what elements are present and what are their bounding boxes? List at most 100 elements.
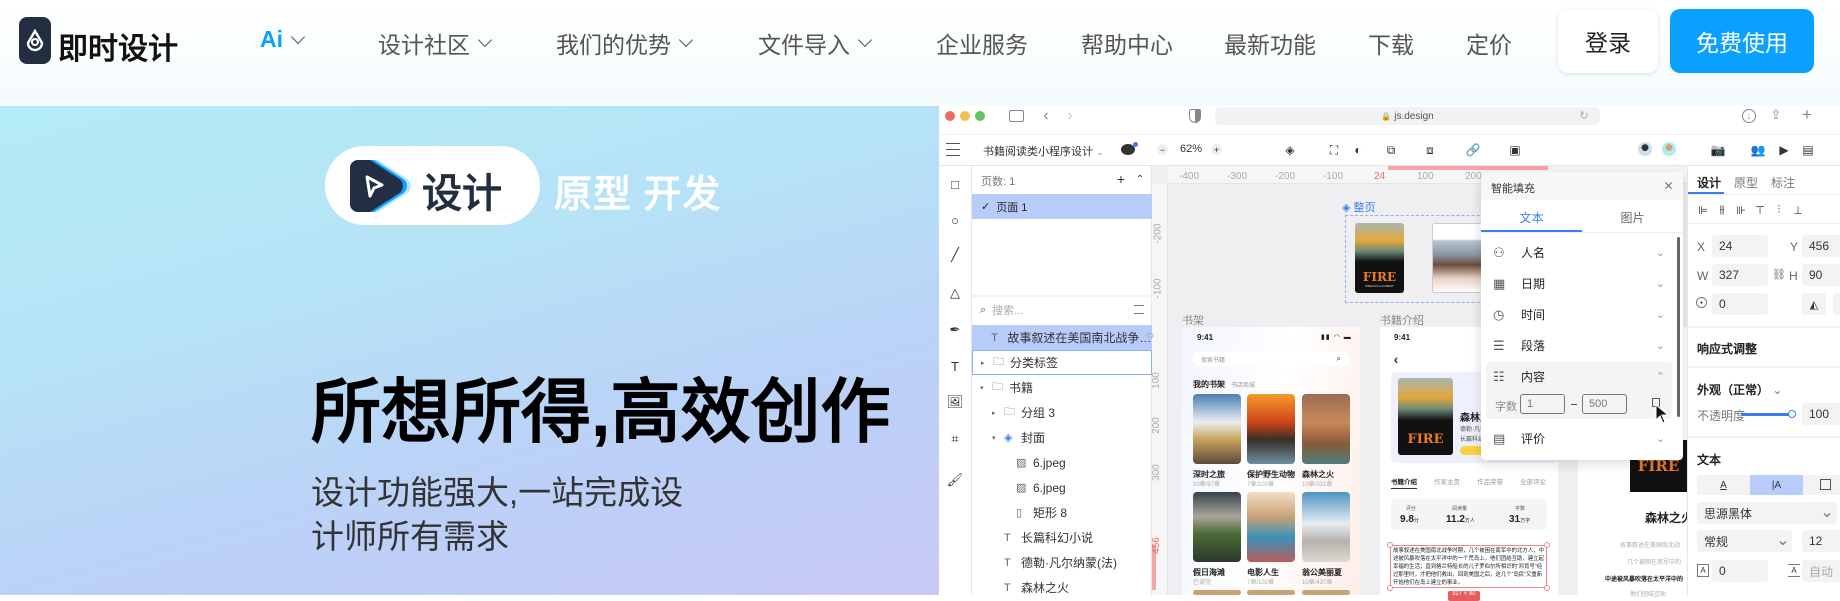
resize-handle[interactable] bbox=[1544, 542, 1550, 548]
logo-icon[interactable] bbox=[19, 17, 51, 64]
layer-row[interactable]: T 长篇科幻小说 bbox=[972, 525, 1152, 550]
selected-paragraph[interactable]: 故事叙述在美国南北战争时期，几个被困在南军中的北方人，中途被风暴吹落在太平洋中的… bbox=[1390, 545, 1547, 588]
frame-tool-icon[interactable]: ⛶ bbox=[1326, 142, 1342, 158]
scale-icon[interactable]: ⧉ bbox=[1383, 142, 1399, 158]
nav-item-5[interactable]: 帮助中心 bbox=[1081, 26, 1173, 60]
line-icon[interactable]: ╱ bbox=[947, 247, 963, 263]
brush-icon[interactable]: 🖌 bbox=[947, 472, 964, 488]
file-title[interactable]: 书籍阅读类小程序设计 ⌄ bbox=[983, 143, 1104, 159]
book-cover-image[interactable] bbox=[1302, 394, 1350, 464]
text-auto-width-icon[interactable]: A bbox=[1697, 475, 1750, 495]
frame-label-shelf[interactable]: 书架 bbox=[1182, 312, 1204, 328]
maximize-window-dot[interactable] bbox=[975, 111, 985, 121]
layer-row[interactable]: ▸ 🗀 分组 3 bbox=[972, 400, 1152, 425]
layer-row[interactable]: ▨ 6.jpeg bbox=[972, 475, 1152, 500]
frame-label-intro[interactable]: 书籍介绍 bbox=[1380, 312, 1424, 328]
share-icon[interactable]: ⇪ bbox=[1770, 107, 1782, 123]
resize-handle[interactable] bbox=[1387, 542, 1393, 548]
popup-scrollbar[interactable] bbox=[1677, 237, 1680, 417]
smart-fill-item[interactable]: ▤ 评价 ⌄ bbox=[1481, 423, 1671, 454]
opacity-input[interactable]: 100 bbox=[1802, 403, 1840, 425]
page-item[interactable]: ✓ 页面 1 bbox=[972, 194, 1152, 219]
nav-item-7[interactable]: 下载 bbox=[1368, 26, 1414, 60]
y-input[interactable]: 456 bbox=[1802, 235, 1840, 257]
collaborator-avatar[interactable] bbox=[1662, 142, 1676, 156]
crowd-image[interactable] bbox=[1432, 223, 1484, 293]
nav-item-2[interactable]: 我们的优势 bbox=[556, 26, 694, 60]
camera-icon[interactable]: 📷 bbox=[1710, 142, 1726, 158]
link-icon[interactable]: 🔗 bbox=[1465, 142, 1481, 158]
flip-vertical-button[interactable] bbox=[1833, 293, 1840, 315]
smart-fill-item[interactable]: ☷ 内容 ⌃ bbox=[1481, 361, 1671, 392]
book-cover-image[interactable] bbox=[1193, 394, 1241, 464]
image-icon[interactable]: 🖼 bbox=[947, 394, 964, 410]
text-icon[interactable]: T bbox=[947, 358, 963, 374]
constrain-proportions-icon[interactable]: ⛓ bbox=[1772, 266, 1786, 282]
smart-fill-item[interactable]: ◷ 时间 ⌄ bbox=[1481, 299, 1671, 330]
download-icon[interactable]: ↓ bbox=[1742, 109, 1756, 123]
rectangle-icon[interactable]: □ bbox=[947, 176, 963, 192]
polygon-icon[interactable]: △ bbox=[947, 285, 963, 301]
layer-row[interactable]: ▨ 6.jpeg bbox=[972, 450, 1152, 475]
align-top-icon[interactable]: ⊤ bbox=[1754, 203, 1766, 217]
intro-tab[interactable]: 书籍介绍 bbox=[1391, 476, 1417, 489]
smart-fill-item[interactable]: ▦ 日期 ⌄ bbox=[1481, 268, 1671, 299]
align-middle-v-icon[interactable]: ⫶ bbox=[1773, 203, 1785, 217]
book-cover-image[interactable] bbox=[1247, 492, 1295, 562]
align-left-icon[interactable]: ⊫ bbox=[1697, 203, 1709, 217]
word-count-min-input[interactable]: 1 bbox=[1520, 394, 1565, 414]
boolean-icon[interactable]: ◐ bbox=[1350, 142, 1366, 158]
chevron-down-icon[interactable]: ⌄ bbox=[1776, 532, 1789, 549]
free-use-button[interactable]: 免费使用 bbox=[1670, 9, 1814, 73]
component-icon[interactable]: ◈ bbox=[1282, 142, 1298, 158]
layer-search[interactable]: ⌕ 搜索... bbox=[980, 302, 1145, 318]
layer-row[interactable]: ▯ 矩形 8 bbox=[972, 500, 1152, 525]
nav-item-4[interactable]: 企业服务 bbox=[936, 26, 1028, 60]
sidebar-toggle-icon[interactable] bbox=[1009, 110, 1024, 122]
font-family-select[interactable]: 思源黑体 bbox=[1697, 502, 1837, 524]
zoom-out-icon[interactable]: − bbox=[1157, 144, 1168, 155]
rotation-input[interactable]: 0 bbox=[1712, 293, 1768, 315]
opacity-slider-track[interactable] bbox=[1741, 413, 1792, 416]
align-right-icon[interactable]: ⊪ bbox=[1735, 203, 1747, 217]
text-fixed-size-icon[interactable] bbox=[1820, 479, 1831, 490]
forward-icon[interactable]: › bbox=[1064, 107, 1076, 124]
layout-icon[interactable]: ▤ bbox=[1800, 142, 1816, 158]
url-bar[interactable]: 🔒 js.design bbox=[1215, 107, 1600, 125]
layer-row[interactable]: ▸ 🗀 分类标签 bbox=[972, 350, 1152, 375]
properties-tab[interactable]: 设计 bbox=[1697, 174, 1721, 191]
opacity-slider-handle[interactable] bbox=[1788, 410, 1796, 418]
frame-outline-icon[interactable]: ▣ bbox=[1507, 142, 1523, 158]
nav-item-1[interactable]: 设计社区 bbox=[378, 26, 493, 60]
intro-tab[interactable]: 全部评论 bbox=[1520, 476, 1546, 486]
shelf-search[interactable]: 搜索书籍 ⌕ bbox=[1193, 352, 1349, 366]
x-input[interactable]: 24 bbox=[1712, 235, 1768, 257]
login-button[interactable]: 登录 bbox=[1558, 9, 1658, 73]
book-cover-image[interactable] bbox=[1247, 394, 1295, 464]
align-center-h-icon[interactable]: ⫵ bbox=[1716, 203, 1728, 217]
collapse-pages-icon[interactable]: ⌃ bbox=[1134, 172, 1146, 186]
align-bottom-icon[interactable]: ⊥ bbox=[1792, 203, 1804, 217]
nav-item-3[interactable]: 文件导入 bbox=[758, 26, 873, 60]
layer-row[interactable]: ▾ ◈ 封面 bbox=[972, 425, 1152, 450]
play-icon[interactable]: ▶ bbox=[1776, 142, 1792, 158]
frame-icon[interactable]: ⌗ bbox=[947, 431, 963, 447]
line-height-input[interactable]: 自动 bbox=[1802, 560, 1840, 582]
frame-label[interactable]: ◈ 整页 bbox=[1342, 199, 1376, 215]
smart-fill-item[interactable]: ⚇ 人名 ⌄ bbox=[1481, 237, 1671, 268]
h-input[interactable]: 90 bbox=[1802, 264, 1840, 286]
logo-text[interactable]: 即时设计 bbox=[58, 24, 178, 68]
nav-item-0[interactable]: Ai bbox=[260, 26, 306, 53]
pen-icon[interactable]: ✒ bbox=[947, 322, 963, 338]
word-count-max-input[interactable]: 500 bbox=[1582, 394, 1627, 414]
smart-fill-item[interactable]: ☰ 段落 ⌄ bbox=[1481, 330, 1671, 361]
layer-row[interactable]: T 故事叙述在美国南北战争时... bbox=[972, 325, 1152, 350]
ellipse-icon[interactable]: ○ bbox=[947, 212, 963, 228]
add-page-icon[interactable]: + bbox=[1115, 171, 1127, 187]
team-icon[interactable]: 👥 bbox=[1750, 142, 1766, 158]
book-cover-image[interactable] bbox=[1193, 492, 1241, 562]
zoom-in-icon[interactable]: + bbox=[1211, 144, 1222, 155]
back-arrow-icon[interactable]: ‹ bbox=[1392, 351, 1400, 367]
back-icon[interactable]: ‹ bbox=[1040, 107, 1052, 124]
tab-text[interactable]: 文本 bbox=[1481, 209, 1582, 226]
